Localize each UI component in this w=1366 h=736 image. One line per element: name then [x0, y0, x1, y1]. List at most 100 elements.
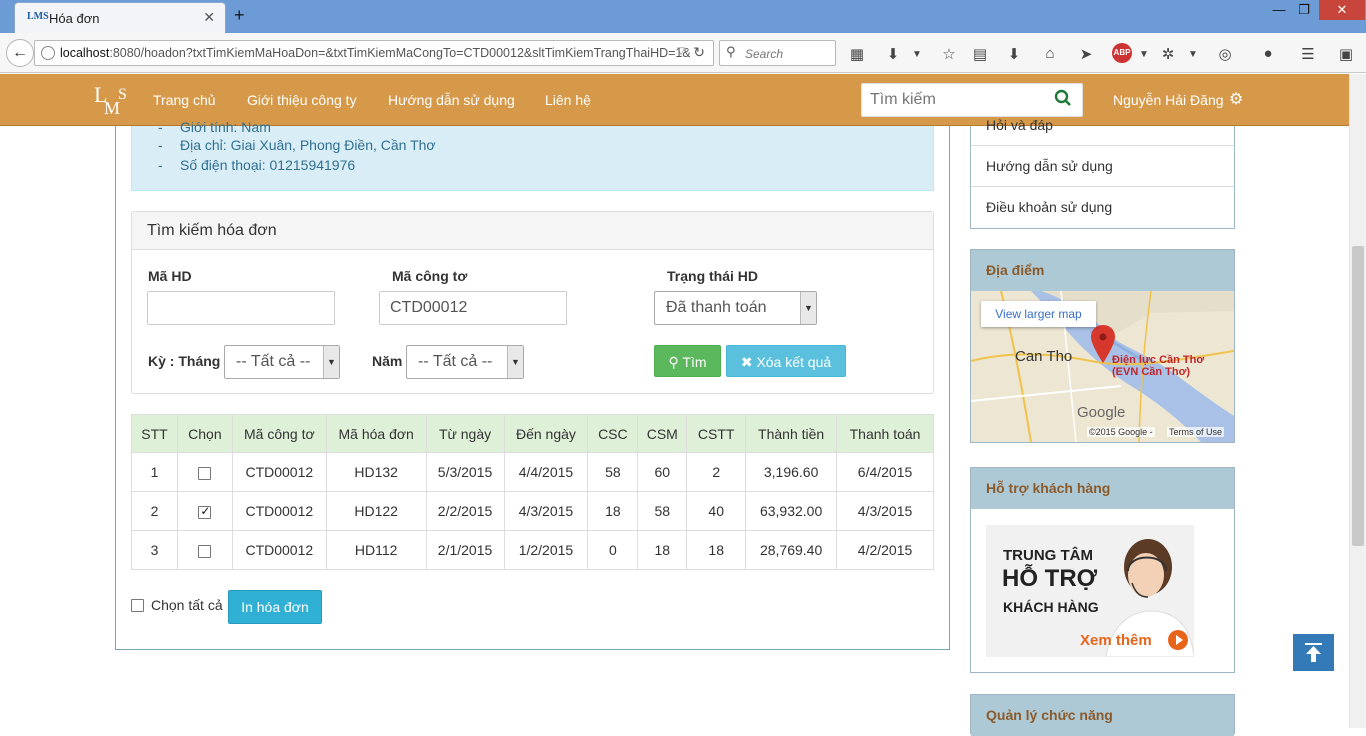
- location-map[interactable]: View larger map Can Tho Điện lực Cần Thơ…: [971, 291, 1234, 442]
- clear-results-button[interactable]: ✖ Xóa kết quả: [726, 345, 846, 377]
- ma-hd-label: Mã HD: [148, 268, 192, 284]
- reload-icon[interactable]: ↻: [693, 44, 705, 61]
- home-icon[interactable]: ⌂: [1039, 45, 1061, 62]
- play-icon[interactable]: [1168, 630, 1188, 650]
- table-row: 2 CTD00012 HD122 2/2/2015 4/3/2015 18 58…: [131, 491, 934, 531]
- url-text: localhost:8080/hoadon?txtTimKiemMaHoaDon…: [60, 46, 690, 60]
- close-window-icon[interactable]: ✕: [1319, 0, 1365, 20]
- invoice-table: STT Chọn Mã công tơ Mã hóa đơn Từ ngày Đ…: [131, 414, 934, 570]
- thang-select[interactable]: -- Tất cả -- ▼: [224, 345, 340, 379]
- support-widget-header: Hỗ trợ khách hàng: [971, 468, 1234, 509]
- page-scrollbar[interactable]: [1349, 74, 1366, 728]
- site-logo[interactable]: LMS: [94, 80, 134, 120]
- tab-title: Hóa đơn: [49, 11, 100, 26]
- row-checkbox[interactable]: [198, 544, 212, 558]
- favicon-icon: LMS: [27, 11, 49, 22]
- col-csm: CSM: [637, 414, 688, 453]
- chat-icon[interactable]: ●: [1257, 45, 1279, 62]
- ma-cong-to-label: Mã công tơ: [392, 268, 468, 284]
- map-terms-link[interactable]: Terms of Use: [1167, 427, 1225, 437]
- url-dropdown-icon[interactable]: ▽: [677, 46, 685, 57]
- search-icon: ⚲: [726, 44, 736, 59]
- dropdown-icon[interactable]: ▼: [906, 49, 928, 60]
- row-checkbox[interactable]: [198, 504, 212, 519]
- search-panel-header: Tìm kiếm hóa đơn: [132, 212, 933, 250]
- grid-icon[interactable]: ▦: [846, 45, 868, 63]
- col-chon: Chọn: [176, 414, 233, 453]
- pocket-icon[interactable]: ⬇: [882, 45, 904, 63]
- menu-icon[interactable]: ☰: [1297, 45, 1319, 63]
- col-ma-cong-to: Mã công tơ: [231, 414, 327, 453]
- support-banner-line1: TRUNG TÂM: [1003, 547, 1093, 564]
- maximize-icon[interactable]: ❐: [1293, 2, 1315, 22]
- map-place-label: Điện lực Cần Thơ (EVN Cần Thơ): [1112, 354, 1205, 378]
- browser-search-input[interactable]: ⚲ Search: [719, 40, 836, 66]
- support-widget: Hỗ trợ khách hàng TRUNG TÂM HỖ TRỢ KHÁCH…: [970, 467, 1235, 673]
- manage-widget: Quản lý chức năng: [970, 694, 1235, 736]
- col-den-ngay: Đến ngày: [503, 414, 589, 453]
- side-menu-item-guide[interactable]: Hướng dẫn sử dụng: [971, 146, 1234, 187]
- new-tab-icon[interactable]: +: [234, 5, 245, 26]
- see-more-link[interactable]: Xem thêm: [1080, 632, 1152, 649]
- col-ma-hoa-don: Mã hóa đơn: [325, 414, 427, 453]
- col-tu-ngay: Từ ngày: [425, 414, 505, 453]
- view-larger-map-link[interactable]: View larger map: [981, 301, 1096, 327]
- search-icon: ⚲: [668, 354, 679, 370]
- customer-info: - Giới tính: Nam - Địa chỉ: Giai Xuân, Pho…: [131, 119, 934, 191]
- side-menu-item-terms[interactable]: Điều khoản sử dụng: [971, 187, 1234, 228]
- nam-label: Năm: [372, 353, 403, 369]
- table-row: 3 CTD00012 HD112 2/1/2015 1/2/2015 0 18 …: [131, 530, 934, 570]
- col-thanh-toan: Thanh toán: [836, 414, 934, 453]
- support-banner[interactable]: TRUNG TÂM HỖ TRỢ KHÁCH HÀNG Xem thêm: [986, 525, 1194, 657]
- search-button[interactable]: ⚲ Tìm: [654, 345, 721, 377]
- browser-toolbar: ← localhost:8080/hoadon?txtTimKiemMaHoaD…: [0, 33, 1366, 73]
- bookmark-star-icon[interactable]: ☆: [938, 45, 960, 63]
- location-widget-header: Địa điểm: [971, 250, 1234, 291]
- dropdown-icon[interactable]: ▼: [1182, 49, 1204, 60]
- nav-contact[interactable]: Liên hệ: [545, 92, 591, 108]
- nav-guide[interactable]: Hướng dẫn sử dụng: [388, 92, 515, 108]
- ma-cong-to-input[interactable]: CTD00012: [379, 291, 567, 325]
- ky-thang-label: Kỳ : Tháng: [148, 353, 221, 369]
- trang-thai-select[interactable]: Đã thanh toán ▼: [654, 291, 817, 325]
- download-icon[interactable]: ⬇: [1003, 45, 1025, 63]
- col-stt: STT: [131, 414, 178, 453]
- browser-tab[interactable]: LMS Hóa đơn ✕: [14, 2, 226, 33]
- col-csc: CSC: [587, 414, 639, 453]
- row-checkbox[interactable]: [198, 466, 212, 480]
- dropdown-icon[interactable]: ▼: [1133, 49, 1155, 60]
- nav-home[interactable]: Trang chủ: [153, 92, 216, 108]
- globe-icon: [41, 46, 55, 60]
- google-logo: Google: [1077, 404, 1126, 421]
- map-city-label: Can Tho: [1015, 348, 1073, 365]
- nav-about[interactable]: Giới thiệu công ty: [247, 92, 357, 108]
- ma-hd-input[interactable]: [147, 291, 335, 325]
- map-copyright: ©2015 Google -: [1087, 427, 1155, 437]
- bug-icon[interactable]: ✲: [1157, 45, 1179, 63]
- sync-icon[interactable]: ◎: [1214, 45, 1236, 63]
- col-thanh-tien: Thành tiền: [745, 414, 838, 453]
- screenshot-icon[interactable]: ▣: [1335, 45, 1357, 63]
- support-banner-line3: KHÁCH HÀNG: [1003, 599, 1099, 615]
- side-menu-item-faq[interactable]: Hỏi và đáp: [971, 105, 1234, 146]
- search-panel-title: Tìm kiếm hóa đơn: [147, 222, 277, 239]
- close-tab-icon[interactable]: ✕: [203, 9, 215, 26]
- adblock-icon[interactable]: ABP: [1112, 43, 1132, 63]
- nam-select[interactable]: -- Tất cả -- ▼: [406, 345, 524, 379]
- address-bar[interactable]: localhost:8080/hoadon?txtTimKiemMaHoaDon…: [34, 40, 714, 66]
- manage-widget-header: Quản lý chức năng: [971, 695, 1234, 736]
- back-to-top-button[interactable]: [1293, 634, 1334, 671]
- reading-list-icon[interactable]: ▤: [969, 45, 991, 63]
- back-arrow-icon[interactable]: ←: [6, 39, 34, 67]
- select-all-checkbox[interactable]: [131, 599, 144, 612]
- print-invoice-button[interactable]: In hóa đơn: [228, 590, 322, 624]
- chevron-down-icon: ▼: [800, 292, 816, 324]
- chevron-down-icon: ▼: [323, 346, 339, 378]
- trang-thai-label: Trạng thái HD: [667, 268, 759, 284]
- send-icon[interactable]: ➤: [1075, 45, 1097, 63]
- col-cstt: CSTT: [686, 414, 747, 453]
- location-widget: Địa điểm View larger map Can Tho Điện lự…: [970, 249, 1235, 443]
- chevron-down-icon: ▼: [507, 346, 523, 378]
- scrollbar-thumb[interactable]: [1352, 246, 1364, 546]
- minimize-icon[interactable]: —: [1268, 2, 1290, 22]
